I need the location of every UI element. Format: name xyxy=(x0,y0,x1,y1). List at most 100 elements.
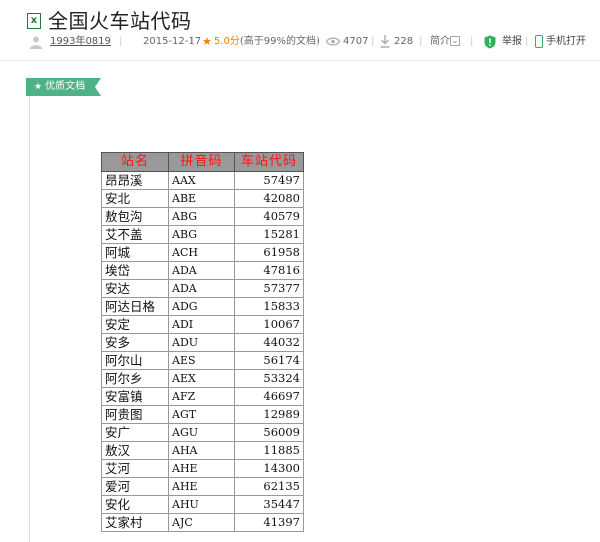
pinyin-code-cell: ADA xyxy=(168,279,235,298)
station-code-cell: 57497 xyxy=(234,171,304,190)
column-header-station-name: 站名 xyxy=(101,152,169,172)
station-name-cell: 阿尔乡 xyxy=(101,369,169,388)
station-code-cell: 44032 xyxy=(234,333,304,352)
pinyin-code-cell: AHA xyxy=(168,441,235,460)
table-row: 阿尔乡 AEX 53324 xyxy=(101,369,304,388)
eye-icon xyxy=(326,37,340,46)
table-row: 昂昂溪 AAX 57497 xyxy=(101,171,304,190)
station-name-cell: 阿达日格 xyxy=(101,297,169,316)
download-count: 228 xyxy=(394,36,414,47)
meta-separator: | xyxy=(371,36,375,47)
table-header-row: 站名 拼音码 车站代码 xyxy=(101,152,304,172)
meta-separator: | xyxy=(419,36,423,47)
intro-button[interactable]: 简介 xyxy=(430,34,450,50)
station-code-cell: 56009 xyxy=(234,423,304,442)
pinyin-code-cell: ACH xyxy=(168,243,235,262)
meta-separator: | xyxy=(316,36,320,47)
table-row: 安北 ABE 42080 xyxy=(101,189,304,208)
pinyin-code-cell: AJC xyxy=(168,513,235,532)
station-code-cell: 62135 xyxy=(234,477,304,496)
pinyin-code-cell: AEX xyxy=(168,369,235,388)
table-row: 阿尔山 AES 56174 xyxy=(101,351,304,370)
station-code-cell: 11885 xyxy=(234,441,304,460)
station-name-cell: 阿尔山 xyxy=(101,351,169,370)
rating-value: 5.0分 xyxy=(214,36,240,47)
station-code-cell: 61958 xyxy=(234,243,304,262)
pinyin-code-cell: ADI xyxy=(168,315,235,334)
column-header-station-code: 车站代码 xyxy=(234,152,304,172)
pinyin-code-cell: ABG xyxy=(168,225,235,244)
station-code-cell: 57377 xyxy=(234,279,304,298)
meta-separator: | xyxy=(525,36,529,47)
station-code-cell: 42080 xyxy=(234,189,304,208)
station-name-cell: 安北 xyxy=(101,189,169,208)
pinyin-code-cell: AFZ xyxy=(168,387,235,406)
station-code-cell: 46697 xyxy=(234,387,304,406)
pinyin-code-cell: ADG xyxy=(168,297,235,316)
star-icon: ★ xyxy=(34,82,43,92)
table-row: 敖包沟 ABG 40579 xyxy=(101,207,304,226)
doc-title: 全国火车站代码 xyxy=(48,9,192,33)
pinyin-code-cell: ABG xyxy=(168,207,235,226)
user-icon xyxy=(30,36,42,49)
chevron-down-icon[interactable]: ⌄ xyxy=(450,36,460,46)
meta-separator: | xyxy=(470,36,474,47)
station-name-cell: 安定 xyxy=(101,315,169,334)
open-on-phone-button[interactable]: 手机打开 xyxy=(546,34,586,50)
table-row: 安广 AGU 56009 xyxy=(101,423,304,442)
table-row: 艾家村 AJC 41397 xyxy=(101,513,304,532)
pinyin-code-cell: AAX xyxy=(168,171,235,190)
station-code-cell: 56174 xyxy=(234,351,304,370)
rating-note: (高于99%的文档) xyxy=(239,36,320,47)
table-row: 安定 ADI 10067 xyxy=(101,315,304,334)
pinyin-code-cell: AGU xyxy=(168,423,235,442)
station-name-cell: 安化 xyxy=(101,495,169,514)
table-row: 艾不盖 ABG 15281 xyxy=(101,225,304,244)
meta-separator: | xyxy=(191,36,195,47)
shield-icon xyxy=(484,35,496,49)
station-code-cell: 12989 xyxy=(234,405,304,424)
quality-badge: ★ 优质文档 xyxy=(26,78,101,96)
station-code-cell: 47816 xyxy=(234,261,304,280)
station-code-cell: 40579 xyxy=(234,207,304,226)
meta-separator: | xyxy=(119,36,123,47)
pinyin-code-cell: AHE xyxy=(168,459,235,478)
station-code-table: 站名 拼音码 车站代码 昂昂溪 AAX 57497 安北 ABE 42080 敖包沟 ABG 4… xyxy=(101,152,304,532)
station-name-cell: 安达 xyxy=(101,279,169,298)
table-row: 阿贵图 AGT 12989 xyxy=(101,405,304,424)
table-row: 安多 ADU 44032 xyxy=(101,333,304,352)
table-row: 安达 ADA 57377 xyxy=(101,279,304,298)
table-row: 阿达日格 ADG 15833 xyxy=(101,297,304,316)
pinyin-code-cell: AHE xyxy=(168,477,235,496)
table-row: 艾河 AHE 14300 xyxy=(101,459,304,478)
rating-score: 5.0分(高于99%的文档) xyxy=(214,34,320,50)
station-name-cell: 敖包沟 xyxy=(101,207,169,226)
station-code-cell: 15281 xyxy=(234,225,304,244)
station-code-cell: 41397 xyxy=(234,513,304,532)
station-name-cell: 艾不盖 xyxy=(101,225,169,244)
report-button[interactable]: 举报 xyxy=(502,34,522,50)
download-icon xyxy=(380,35,390,48)
station-name-cell: 安广 xyxy=(101,423,169,442)
pinyin-code-cell: AGT xyxy=(168,405,235,424)
phone-icon xyxy=(535,35,543,48)
station-name-cell: 敖汉 xyxy=(101,441,169,460)
excel-file-icon: x xyxy=(27,13,41,29)
pinyin-code-cell: ADA xyxy=(168,261,235,280)
pinyin-code-cell: AHU xyxy=(168,495,235,514)
pinyin-code-cell: AES xyxy=(168,351,235,370)
author-link[interactable]: 1993年0819 xyxy=(50,34,111,50)
table-row: 安化 AHU 35447 xyxy=(101,495,304,514)
station-name-cell: 艾河 xyxy=(101,459,169,478)
table-row: 爱河 AHE 62135 xyxy=(101,477,304,496)
station-name-cell: 安富镇 xyxy=(101,387,169,406)
station-code-cell: 53324 xyxy=(234,369,304,388)
table-row: 阿城 ACH 61958 xyxy=(101,243,304,262)
doc-meta-bar: 1993年0819 | 2015-12-17 | ★ 5.0分(高于99%的文档… xyxy=(0,34,600,50)
station-code-cell: 15833 xyxy=(234,297,304,316)
station-name-cell: 艾家村 xyxy=(101,513,169,532)
view-count: 4707 xyxy=(343,36,369,47)
pinyin-code-cell: ADU xyxy=(168,333,235,352)
station-name-cell: 昂昂溪 xyxy=(101,171,169,190)
star-icon: ★ xyxy=(202,35,212,48)
